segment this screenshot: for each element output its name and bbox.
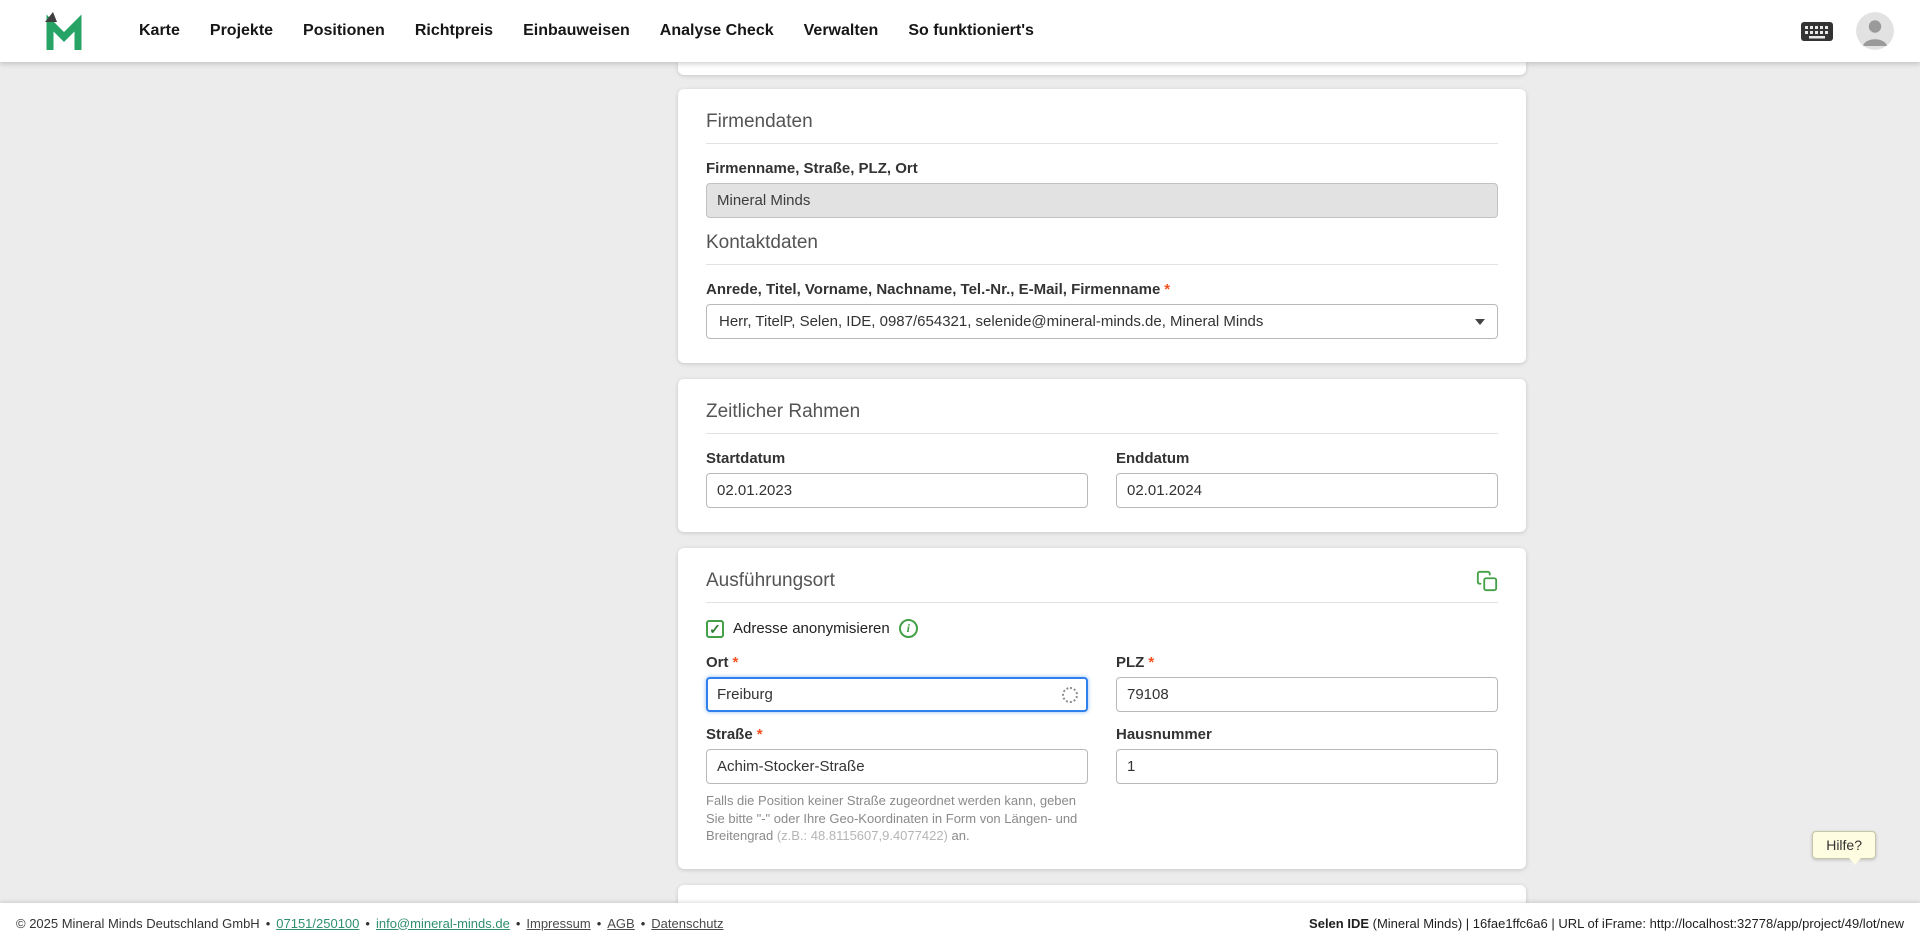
separator: • (641, 916, 646, 931)
nav-item-karte[interactable]: Karte (124, 22, 195, 40)
debug-info: Selen IDE (Mineral Minds) | 16fae1ffc6a6… (1309, 916, 1904, 931)
debug-app-name: Selen IDE (1309, 916, 1369, 931)
separator: • (516, 916, 521, 931)
nav-item-so-funktionierts[interactable]: So funktioniert's (893, 22, 1049, 40)
firmenname-input (706, 183, 1498, 218)
anonymize-checkbox[interactable]: ✓ (706, 620, 724, 638)
startdatum-label: Startdatum (706, 450, 1088, 467)
card-firmendaten: Firmendaten Firmenname, Straße, PLZ, Ort… (678, 89, 1526, 363)
divider (706, 433, 1498, 434)
divider (706, 602, 1498, 603)
hausnummer-input[interactable] (1116, 749, 1498, 784)
ausfuehrungsort-title: Ausführungsort (706, 570, 835, 592)
ort-input[interactable] (706, 677, 1088, 712)
enddatum-field: Enddatum (1116, 450, 1498, 508)
separator: • (266, 916, 271, 931)
required-marker: * (1148, 654, 1154, 671)
required-marker: * (733, 654, 739, 671)
copy-icon[interactable] (1476, 570, 1498, 592)
nav-item-projekte[interactable]: Projekte (195, 22, 288, 40)
ort-label-text: Ort (706, 654, 729, 671)
hint-suffix: an. (948, 828, 970, 843)
keyboard-icon[interactable] (1800, 18, 1834, 44)
card-ausfuehrungsort: Ausführungsort ✓ Adresse anonymisieren i… (678, 548, 1526, 869)
separator: • (365, 916, 370, 931)
zeitraum-title: Zeitlicher Rahmen (706, 401, 1498, 423)
chevron-down-icon (1475, 319, 1485, 325)
footer-impressum-link[interactable]: Impressum (526, 916, 590, 931)
anonymize-label: Adresse anonymisieren (733, 620, 890, 637)
hausnummer-label: Hausnummer (1116, 726, 1498, 743)
strasse-hint: Falls die Position keiner Straße zugeord… (706, 792, 1088, 845)
top-navbar: Karte Projekte Positionen Richtpreis Ein… (0, 0, 1920, 62)
ort-label: Ort* (706, 654, 1088, 671)
hint-example: (z.B.: 48.8115607,9.4077422) (777, 828, 948, 843)
strasse-field: Straße* Falls die Position keiner Straße… (706, 726, 1088, 845)
required-marker: * (757, 726, 763, 743)
nav-item-einbauweisen[interactable]: Einbauweisen (508, 22, 645, 40)
plz-input[interactable] (1116, 677, 1498, 712)
loading-spinner-icon (1062, 687, 1078, 703)
footer: © 2025 Mineral Minds Deutschland GmbH • … (0, 903, 1920, 943)
firmenname-label: Firmenname, Straße, PLZ, Ort (706, 160, 1498, 177)
mineral-minds-logo-icon[interactable] (42, 9, 86, 53)
nav-item-positionen[interactable]: Positionen (288, 22, 400, 40)
plz-label: PLZ* (1116, 654, 1498, 671)
copyright-text: © 2025 Mineral Minds Deutschland GmbH (16, 916, 260, 931)
kontaktdaten-title: Kontaktdaten (706, 232, 1498, 254)
check-icon: ✓ (709, 622, 721, 636)
kontakt-label: Anrede, Titel, Vorname, Nachname, Tel.-N… (706, 281, 1498, 298)
startdatum-input[interactable] (706, 473, 1088, 508)
startdatum-field: Startdatum (706, 450, 1088, 508)
form-column: Firmendaten Firmenname, Straße, PLZ, Ort… (678, 62, 1526, 915)
divider (706, 264, 1498, 265)
separator: • (597, 916, 602, 931)
strasse-label-text: Straße (706, 726, 753, 743)
kontakt-label-text: Anrede, Titel, Vorname, Nachname, Tel.-N… (706, 281, 1160, 298)
kontakt-select-value: Herr, TitelP, Selen, IDE, 0987/654321, s… (719, 313, 1465, 330)
help-button[interactable]: Hilfe? (1812, 831, 1876, 859)
info-icon[interactable]: i (899, 619, 918, 638)
footer-phone-link[interactable]: 07151/250100 (276, 916, 359, 931)
strasse-label: Straße* (706, 726, 1088, 743)
enddatum-input[interactable] (1116, 473, 1498, 508)
footer-links: © 2025 Mineral Minds Deutschland GmbH • … (16, 916, 724, 931)
user-avatar-icon[interactable] (1856, 12, 1894, 50)
hausnummer-field: Hausnummer (1116, 726, 1498, 784)
nav-item-verwalten[interactable]: Verwalten (789, 22, 894, 40)
nav-item-richtpreis[interactable]: Richtpreis (400, 22, 508, 40)
footer-datenschutz-link[interactable]: Datenschutz (651, 916, 723, 931)
footer-email-link[interactable]: info@mineral-minds.de (376, 916, 510, 931)
strasse-input[interactable] (706, 749, 1088, 784)
debug-details: (Mineral Minds) | 16fae1ffc6a6 | URL of … (1369, 916, 1904, 931)
nav-item-analyse-check[interactable]: Analyse Check (645, 22, 789, 40)
enddatum-label: Enddatum (1116, 450, 1498, 467)
card-zeitlicher-rahmen: Zeitlicher Rahmen Startdatum Enddatum (678, 379, 1526, 532)
firmendaten-title: Firmendaten (706, 111, 1498, 133)
footer-agb-link[interactable]: AGB (607, 916, 634, 931)
required-marker: * (1164, 281, 1170, 298)
kontakt-select[interactable]: Herr, TitelP, Selen, IDE, 0987/654321, s… (706, 304, 1498, 339)
ort-field: Ort* (706, 654, 1088, 712)
plz-field: PLZ* (1116, 654, 1498, 712)
navbar-actions (1800, 12, 1894, 50)
divider (706, 143, 1498, 144)
card-partial-top (678, 62, 1526, 75)
main-nav: Karte Projekte Positionen Richtpreis Ein… (124, 22, 1049, 40)
plz-label-text: PLZ (1116, 654, 1144, 671)
